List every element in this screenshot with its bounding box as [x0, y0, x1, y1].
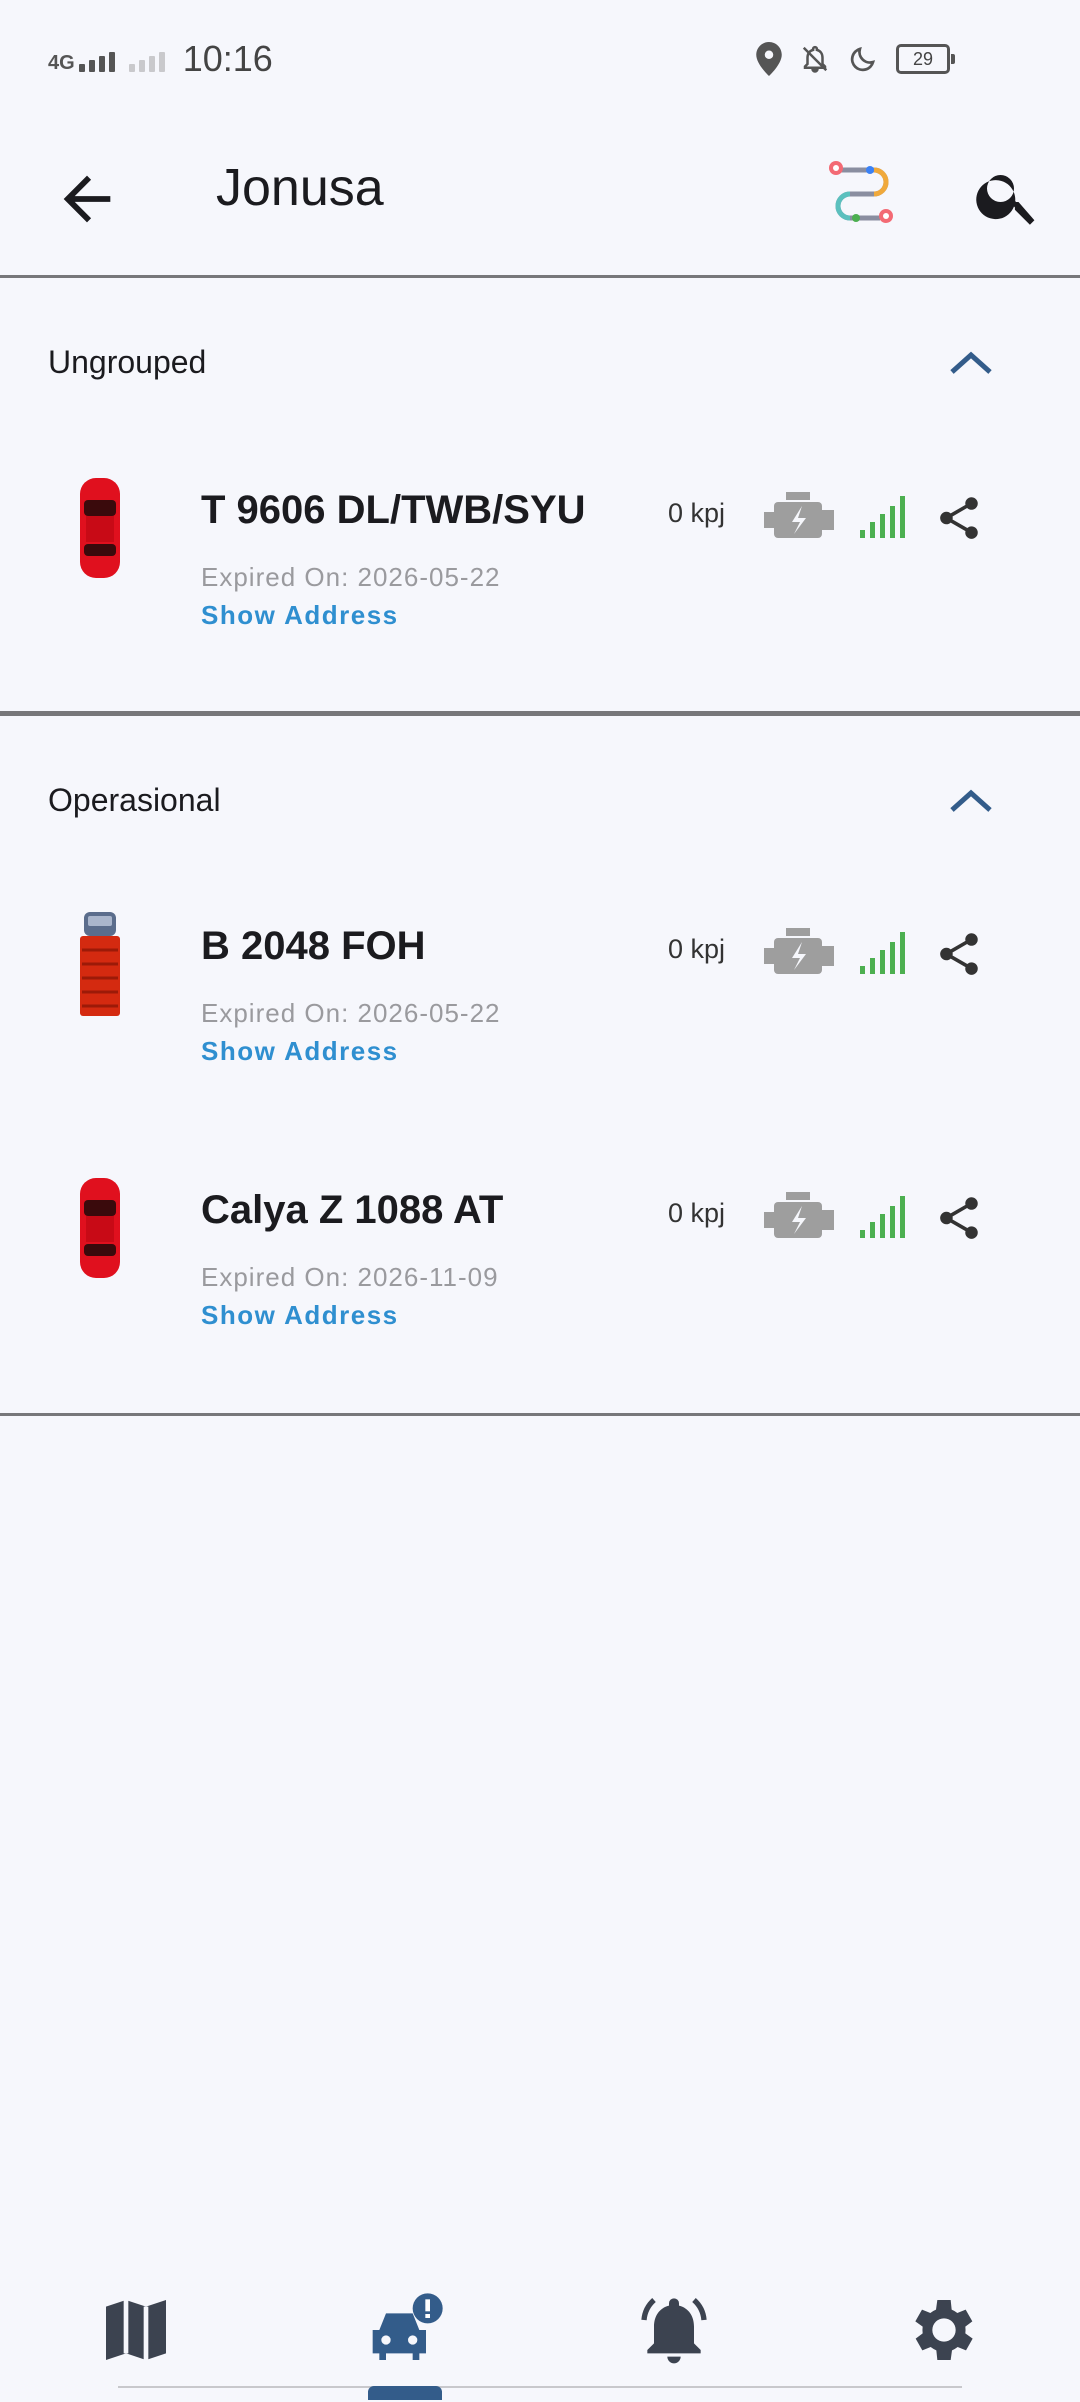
- notification-bell-icon[interactable]: [634, 2290, 714, 2370]
- divider: [0, 275, 1080, 278]
- show-address-link[interactable]: Show Address: [201, 600, 399, 631]
- chevron-up-icon[interactable]: [946, 786, 996, 816]
- show-address-link[interactable]: Show Address: [201, 1300, 399, 1331]
- chevron-up-icon[interactable]: [946, 348, 996, 378]
- divider: [0, 1413, 1080, 1416]
- app-bar: Jonusa: [0, 120, 1080, 276]
- expiry-date: Expired On: 2026-05-22: [201, 998, 501, 1028]
- signal-strength-icon: [860, 496, 905, 538]
- vehicle-alert-icon[interactable]: [366, 2290, 446, 2370]
- status-bar: 4G 10:16 29: [0, 0, 1080, 120]
- bell-off-icon: [802, 45, 828, 73]
- speed-value: 0 kpj: [668, 498, 726, 528]
- show-address-link[interactable]: Show Address: [201, 1036, 399, 1067]
- vehicle-name: T 9606 DL/TWB/SYU: [201, 488, 586, 532]
- expiry-date: Expired On: 2026-11-09: [201, 1262, 499, 1292]
- signal-strength-icon: [78, 46, 115, 72]
- home-indicator: [368, 2386, 442, 2400]
- moon-icon: [850, 46, 876, 72]
- group-header-ungrouped[interactable]: Ungrouped: [48, 344, 206, 381]
- network-type: 4G: [48, 52, 75, 74]
- group-header-operasional[interactable]: Operasional: [48, 782, 221, 819]
- back-arrow-icon[interactable]: [52, 164, 122, 234]
- secondary-signal-icon: [128, 46, 165, 72]
- speed-value: 0 kpj: [668, 1198, 726, 1228]
- clock: 10:16: [182, 38, 273, 79]
- battery-indicator: 29: [896, 44, 955, 74]
- engine-icon: [764, 492, 834, 538]
- car-icon: [80, 478, 120, 578]
- bottom-navigation: [0, 2270, 1080, 2380]
- route-icon[interactable]: [826, 158, 898, 230]
- vehicle-item[interactable]: B 2048 FOH Expired On: 2026-05-22 Show A…: [0, 910, 1080, 1110]
- page-title: Jonusa: [216, 159, 384, 217]
- truck-icon: [80, 912, 120, 1016]
- speed-value: 0 kpj: [668, 934, 726, 964]
- network-indicator: 4G: [48, 46, 115, 74]
- location-icon: [756, 42, 782, 76]
- engine-icon: [764, 928, 834, 974]
- vehicle-item[interactable]: T 9606 DL/TWB/SYU Expired On: 2026-05-22…: [0, 474, 1080, 674]
- divider: [0, 711, 1080, 716]
- settings-gear-icon[interactable]: [904, 2290, 984, 2370]
- signal-strength-icon: [860, 1196, 905, 1238]
- share-icon[interactable]: [934, 924, 984, 984]
- vehicle-item[interactable]: Calya Z 1088 AT Expired On: 2026-11-09 S…: [0, 1174, 1080, 1374]
- vehicle-name: Calya Z 1088 AT: [201, 1188, 504, 1232]
- engine-icon: [764, 1192, 834, 1238]
- expiry-date: Expired On: 2026-05-22: [201, 562, 501, 592]
- vehicle-name: B 2048 FOH: [201, 924, 426, 968]
- search-icon[interactable]: [972, 160, 1044, 232]
- share-icon[interactable]: [934, 1188, 984, 1248]
- map-icon[interactable]: [96, 2290, 176, 2370]
- car-icon: [80, 1178, 120, 1278]
- share-icon[interactable]: [934, 488, 984, 548]
- signal-strength-icon: [860, 932, 905, 974]
